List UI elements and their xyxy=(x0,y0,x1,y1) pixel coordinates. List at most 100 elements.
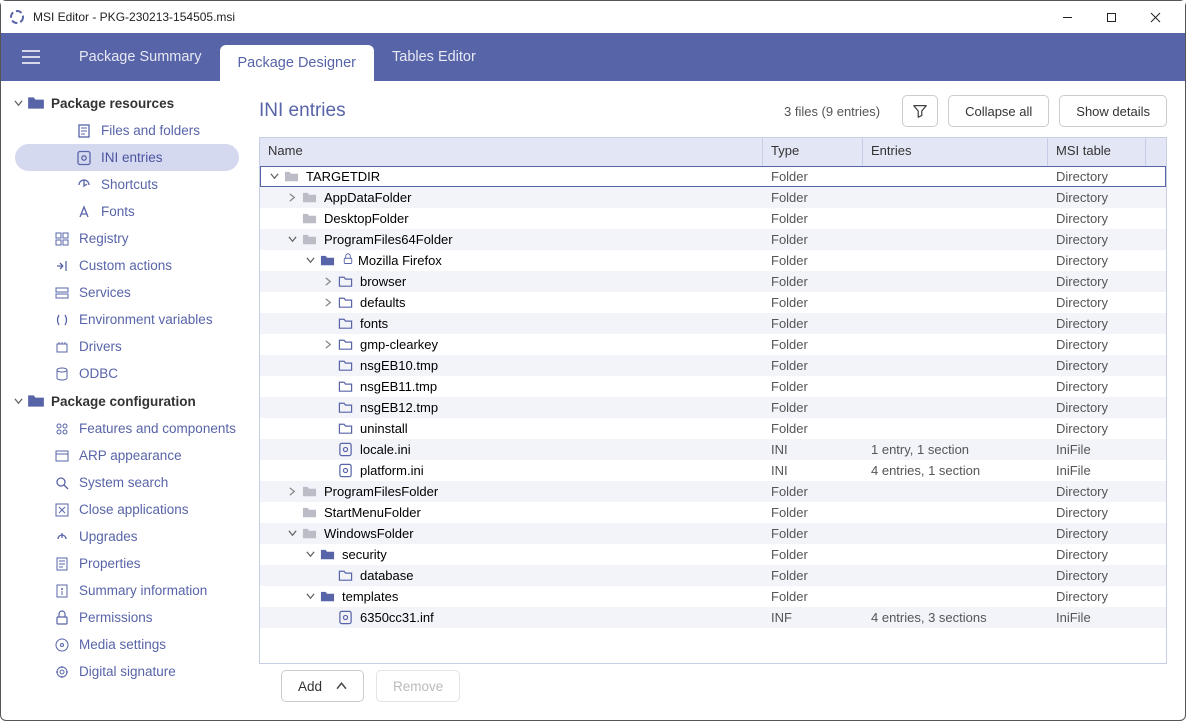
table-row[interactable]: 6350cc31.infINF4 entries, 3 sectionsIniF… xyxy=(260,607,1166,628)
table-row[interactable]: fontsFolderDirectory xyxy=(260,313,1166,334)
nav-custom-actions[interactable]: Custom actions xyxy=(15,252,239,279)
nav-fonts[interactable]: Fonts xyxy=(15,198,239,225)
lock-icon xyxy=(54,610,70,626)
folder-gray-icon xyxy=(302,190,318,206)
nav-services[interactable]: Services xyxy=(15,279,239,306)
expand-icon[interactable] xyxy=(322,340,334,349)
cell-type: Folder xyxy=(763,169,863,184)
nav-upgrades[interactable]: Upgrades xyxy=(15,523,239,550)
table-row[interactable]: locale.iniINI1 entry, 1 sectionIniFile xyxy=(260,439,1166,460)
table-row[interactable]: WindowsFolderFolderDirectory xyxy=(260,523,1166,544)
expand-icon[interactable] xyxy=(286,235,298,244)
close-button[interactable] xyxy=(1133,1,1177,33)
table-row[interactable]: StartMenuFolderFolderDirectory xyxy=(260,502,1166,523)
expand-icon[interactable] xyxy=(286,529,298,538)
window-title: MSI Editor - PKG-230213-154505.msi xyxy=(33,10,1045,24)
tab-package-summary[interactable]: Package Summary xyxy=(61,33,220,81)
table-row[interactable]: browserFolderDirectory xyxy=(260,271,1166,292)
col-name[interactable]: Name xyxy=(260,138,763,166)
nav-media[interactable]: Media settings xyxy=(15,631,239,658)
table-row[interactable]: Mozilla FirefoxFolderDirectory xyxy=(260,250,1166,271)
expand-icon[interactable] xyxy=(286,487,298,496)
files-summary: 3 files (9 entries) xyxy=(784,104,880,119)
nav-system-search[interactable]: System search xyxy=(15,469,239,496)
table-row[interactable]: ProgramFiles64FolderFolderDirectory xyxy=(260,229,1166,250)
row-name: nsgEB10.tmp xyxy=(360,358,438,373)
expand-icon[interactable] xyxy=(322,277,334,286)
titlebar: MSI Editor - PKG-230213-154505.msi xyxy=(1,1,1185,33)
folder-blue-icon xyxy=(320,253,336,269)
table-row[interactable]: ProgramFilesFolderFolderDirectory xyxy=(260,481,1166,502)
maximize-button[interactable] xyxy=(1089,1,1133,33)
col-type[interactable]: Type xyxy=(763,138,863,166)
cell-msi: IniFile xyxy=(1048,442,1166,457)
show-details-button[interactable]: Show details xyxy=(1059,95,1167,127)
table-row[interactable]: platform.iniINI4 entries, 1 sectionIniFi… xyxy=(260,460,1166,481)
table-row[interactable]: templatesFolderDirectory xyxy=(260,586,1166,607)
nav-shortcuts[interactable]: Shortcuts xyxy=(15,171,239,198)
nav-signature[interactable]: Digital signature xyxy=(15,658,239,685)
table-row[interactable]: AppDataFolderFolderDirectory xyxy=(260,187,1166,208)
folder-outline-icon xyxy=(338,316,354,332)
nav-ini-entries[interactable]: INI entries xyxy=(15,144,239,171)
add-button[interactable]: Add xyxy=(281,670,364,702)
cell-msi: Directory xyxy=(1048,169,1166,184)
table-row[interactable]: TARGETDIRFolderDirectory xyxy=(260,166,1166,187)
table-row[interactable]: defaultsFolderDirectory xyxy=(260,292,1166,313)
remove-button[interactable]: Remove xyxy=(376,670,460,702)
group-package-configuration[interactable]: Package configuration xyxy=(11,387,243,415)
folder-gray-icon xyxy=(284,169,300,185)
nav-permissions[interactable]: Permissions xyxy=(15,604,239,631)
menu-button[interactable] xyxy=(11,33,51,81)
content: INI entries 3 files (9 entries) Collapse… xyxy=(247,81,1185,720)
expand-icon[interactable] xyxy=(304,592,316,601)
env-icon xyxy=(54,312,70,328)
table-row[interactable]: databaseFolderDirectory xyxy=(260,565,1166,586)
folder-icon xyxy=(27,392,45,410)
nav-drivers[interactable]: Drivers xyxy=(15,333,239,360)
col-entries[interactable]: Entries xyxy=(863,138,1048,166)
nav-features[interactable]: Features and components xyxy=(15,415,239,442)
table-row[interactable]: securityFolderDirectory xyxy=(260,544,1166,565)
cell-msi: Directory xyxy=(1048,568,1166,583)
minimize-button[interactable] xyxy=(1045,1,1089,33)
table-row[interactable]: nsgEB12.tmpFolderDirectory xyxy=(260,397,1166,418)
filter-button[interactable] xyxy=(902,95,938,127)
expand-icon[interactable] xyxy=(304,256,316,265)
folder-gray-icon xyxy=(302,211,318,227)
folder-outline-icon xyxy=(338,274,354,290)
cell-type: Folder xyxy=(763,232,863,247)
cell-type: INI xyxy=(763,463,863,478)
nav-files-and-folders[interactable]: Files and folders xyxy=(15,117,239,144)
tab-package-designer[interactable]: Package Designer xyxy=(220,45,375,81)
cell-msi: Directory xyxy=(1048,547,1166,562)
expand-icon[interactable] xyxy=(322,298,334,307)
tab-tables-editor[interactable]: Tables Editor xyxy=(374,33,494,81)
row-name: locale.ini xyxy=(360,442,411,457)
nav-close-apps[interactable]: Close applications xyxy=(15,496,239,523)
table-row[interactable]: gmp-clearkeyFolderDirectory xyxy=(260,334,1166,355)
table-row[interactable]: nsgEB11.tmpFolderDirectory xyxy=(260,376,1166,397)
nav-registry[interactable]: Registry xyxy=(15,225,239,252)
expand-icon[interactable] xyxy=(286,193,298,202)
nav-properties[interactable]: Properties xyxy=(15,550,239,577)
ini-icon xyxy=(76,150,92,166)
expand-icon[interactable] xyxy=(268,172,280,181)
row-name: AppDataFolder xyxy=(324,190,411,205)
col-msi[interactable]: MSI table xyxy=(1048,138,1146,166)
cell-type: INF xyxy=(763,610,863,625)
table-row[interactable]: DesktopFolderFolderDirectory xyxy=(260,208,1166,229)
row-name: Mozilla Firefox xyxy=(358,253,442,268)
collapse-all-button[interactable]: Collapse all xyxy=(948,95,1049,127)
cell-entries: 4 entries, 1 section xyxy=(863,463,1048,478)
nav-arp[interactable]: ARP appearance xyxy=(15,442,239,469)
row-name: templates xyxy=(342,589,398,604)
group-package-resources[interactable]: Package resources xyxy=(11,89,243,117)
table-row[interactable]: nsgEB10.tmpFolderDirectory xyxy=(260,355,1166,376)
nav-odbc[interactable]: ODBC xyxy=(15,360,239,387)
table-row[interactable]: uninstallFolderDirectory xyxy=(260,418,1166,439)
nav-summary-info[interactable]: Summary information xyxy=(15,577,239,604)
cell-type: Folder xyxy=(763,337,863,352)
nav-env-vars[interactable]: Environment variables xyxy=(15,306,239,333)
expand-icon[interactable] xyxy=(304,550,316,559)
